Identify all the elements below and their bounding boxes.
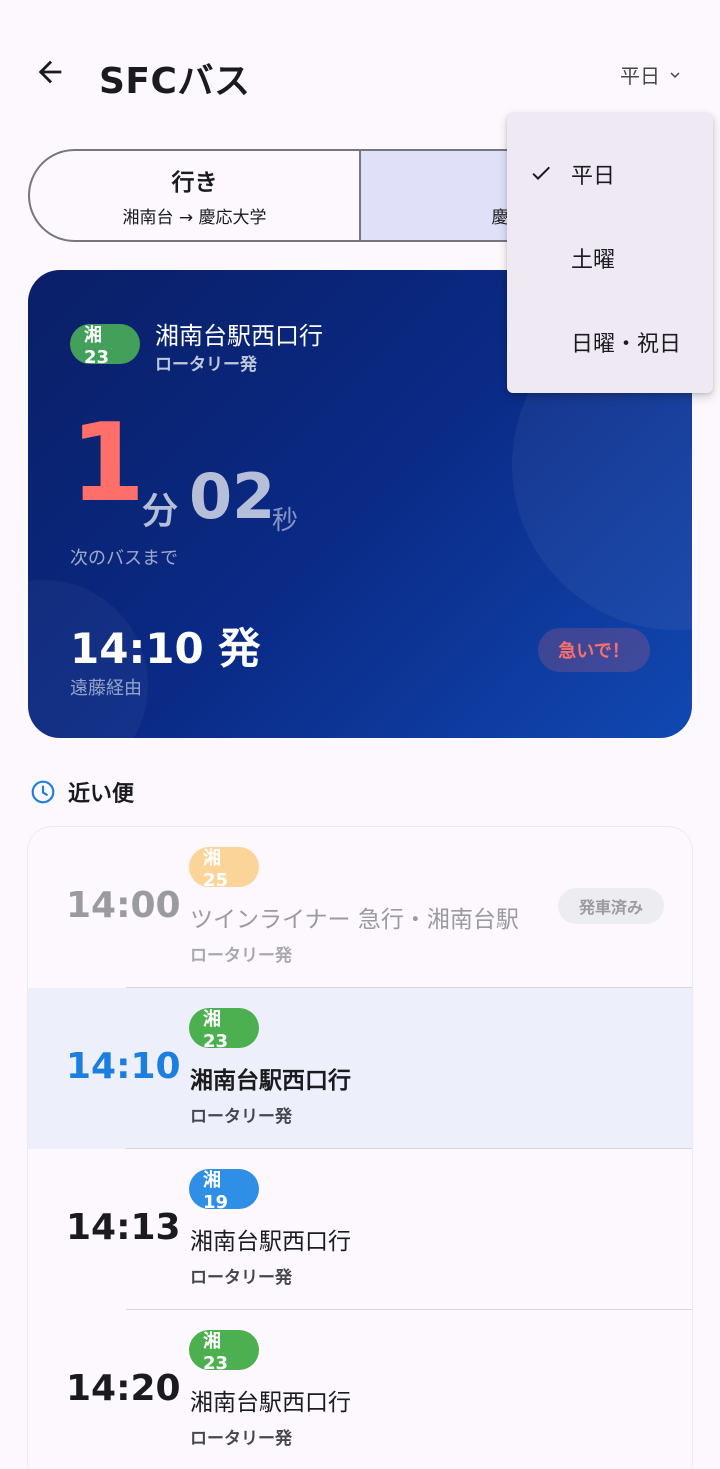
arrow-back-icon [38, 60, 62, 84]
countdown-label: 次のバスまで [70, 548, 178, 569]
menu-item-sunday-holiday[interactable]: 日曜・祝日 [507, 297, 713, 381]
list-item[interactable]: 14:20 湘23 湘南台駅西口行 ロータリー発 [28, 1310, 692, 1469]
list-item[interactable]: 14:13 湘19 湘南台駅西口行 ロータリー発 [28, 1149, 692, 1310]
departure-note: ロータリー発 [190, 1429, 292, 1449]
menu-item-saturday[interactable]: 土曜 [507, 213, 713, 297]
departures-list: 14:00 湘25 ツインライナー 急行・湘南台駅 ロータリー発 発車済み 14… [28, 827, 692, 1469]
hurry-badge: 急いで！ [538, 628, 650, 672]
route-badge: 湘25 [189, 847, 259, 891]
seconds-unit: 秒 [272, 506, 299, 536]
menu-item-label: 平日 [571, 164, 616, 189]
day-type-value: 平日 [620, 64, 660, 88]
departure-time: 14:13 [66, 1207, 181, 1248]
countdown-seconds: 02 [189, 460, 276, 533]
tab-outbound-title: 行き [171, 170, 218, 196]
section-heading: 近い便 [30, 776, 134, 808]
status-badge: 発車済み [558, 888, 664, 924]
departure-time: 14:00 [66, 885, 181, 926]
page-title: SFCバス [99, 61, 251, 102]
menu-item-weekday[interactable]: 平日 [507, 129, 713, 213]
departure-note: ロータリー発 [190, 1107, 292, 1127]
clock-icon [31, 780, 55, 804]
route-badge: 湘19 [189, 1169, 259, 1213]
destination: 湘南台駅西口行 [190, 1229, 351, 1255]
countdown-minutes: 1 [70, 401, 146, 526]
day-type-menu: 平日 土曜 日曜・祝日 [507, 113, 713, 393]
menu-item-label: 日曜・祝日 [571, 332, 682, 357]
departure-time: 14:10 [66, 1046, 181, 1087]
departure-time: 14:20 [66, 1368, 181, 1409]
route-badge: 湘23 [189, 1008, 259, 1052]
check-icon [532, 166, 550, 180]
menu-item-label: 土曜 [571, 248, 616, 273]
section-title: 近い便 [68, 782, 135, 807]
minutes-unit: 分 [142, 491, 179, 532]
destination: 湘南台駅西口行 [190, 1068, 351, 1094]
chevron-down-icon [670, 71, 680, 78]
route-badge: 湘23 [70, 324, 140, 368]
destination: 湘南台駅西口行 [155, 322, 323, 350]
departure-note: ロータリー発 [190, 946, 292, 966]
destination: 湘南台駅西口行 [190, 1390, 351, 1416]
list-item[interactable]: 14:10 湘23 湘南台駅西口行 ロータリー発 [28, 988, 692, 1149]
departure-note: ロータリー発 [155, 355, 257, 375]
via-label: 遠藤経由 [70, 678, 142, 699]
departure-note: ロータリー発 [190, 1268, 292, 1288]
tab-outbound[interactable]: 行き 湘南台 → 慶応大学 [30, 151, 359, 240]
list-item[interactable]: 14:00 湘25 ツインライナー 急行・湘南台駅 ロータリー発 発車済み [28, 827, 692, 988]
back-button[interactable] [28, 50, 72, 94]
app-screen: SFCバス 平日 行き 湘南台 → 慶応大学 り 慶応大学 湘23 湘南台駅西口… [0, 0, 720, 1469]
day-type-select[interactable]: 平日 [620, 60, 684, 89]
departure-time: 14:10 発 [70, 624, 261, 673]
destination: ツインライナー 急行・湘南台駅 [190, 907, 519, 933]
tab-outbound-subtitle: 湘南台 → 慶応大学 [122, 208, 267, 228]
route-badge: 湘23 [189, 1330, 259, 1374]
